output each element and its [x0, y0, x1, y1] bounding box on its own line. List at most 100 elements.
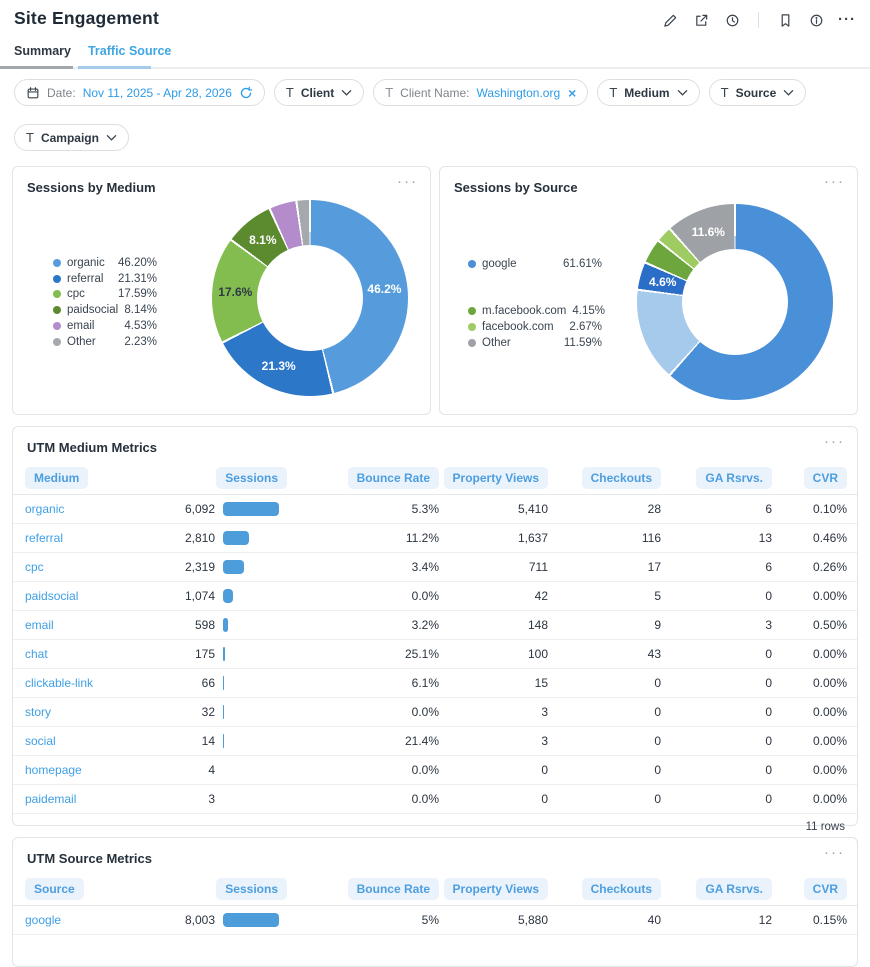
row-link-social[interactable]: social	[25, 734, 153, 748]
date-filter-chip[interactable]: Date: Nov 11, 2025 - Apr 28, 2026	[14, 79, 265, 106]
tab-summary[interactable]: Summary	[14, 44, 71, 67]
card-menu-icon[interactable]: ···	[824, 844, 845, 861]
property-views-value: 3	[541, 705, 548, 719]
bounce-rate-value: 21.4%	[404, 734, 439, 748]
column-header-ga-rsrvs[interactable]: GA Rsrvs.	[696, 467, 772, 489]
legend-item-Other[interactable]: Other 11.59%	[468, 335, 602, 351]
client-filter-chip[interactable]: T Client	[273, 79, 365, 106]
source-filter-chip[interactable]: T Source	[708, 79, 807, 106]
row-link-referral[interactable]: referral	[25, 531, 153, 545]
legend-item-facebook-com[interactable]: facebook.com 2.67%	[468, 319, 602, 335]
more-icon[interactable]: ···	[838, 11, 856, 29]
checkouts-value: 9	[654, 618, 661, 632]
row-link-clickable-link[interactable]: clickable-link	[25, 676, 153, 690]
row-link-homepage[interactable]: homepage	[25, 763, 153, 777]
column-header-ga-rsrvs[interactable]: GA Rsrvs.	[696, 878, 772, 900]
column-header-sessions[interactable]: Sessions	[216, 467, 287, 489]
table-title: UTM Source Metrics	[27, 851, 152, 866]
card-menu-icon[interactable]: ···	[824, 173, 845, 190]
property-views-value: 0	[541, 792, 548, 806]
bounce-rate-value: 3.4%	[411, 560, 439, 574]
card-menu-icon[interactable]: ···	[824, 433, 845, 450]
column-header-property-views[interactable]: Property Views	[443, 467, 548, 489]
edit-icon[interactable]	[661, 11, 679, 29]
legend-item-email[interactable]: email 4.53%	[53, 318, 157, 334]
cvr-value: 0.00%	[812, 676, 847, 690]
slice-label: 21.3%	[261, 359, 296, 374]
column-header-medium[interactable]: Medium	[25, 467, 89, 489]
utm-medium-metrics-card: UTM Medium Metrics ··· Medium Sessions B…	[12, 426, 858, 833]
column-header-cvr[interactable]: CVR	[803, 878, 847, 900]
legend-item-m-facebook-com[interactable]: m.facebook.com 4.15%	[468, 303, 605, 319]
row-link-paidemail[interactable]: paidemail	[25, 792, 153, 806]
sessions-value: 32	[201, 705, 215, 719]
legend-item-organic[interactable]: organic 46.20%	[53, 255, 157, 271]
column-header-source[interactable]: Source	[25, 878, 84, 900]
column-header-checkouts[interactable]: Checkouts	[581, 878, 661, 900]
donut-hole	[257, 245, 363, 351]
text-filter-icon: T	[285, 85, 294, 100]
export-icon[interactable]	[692, 11, 710, 29]
client-name-filter-chip[interactable]: T Client Name: Washington.org ×	[373, 79, 589, 106]
legend-dot	[468, 338, 476, 347]
row-link-paidsocial[interactable]: paidsocial	[25, 589, 153, 603]
tab-traffic-source[interactable]: Traffic Source	[88, 44, 171, 67]
ga-rsrvs-value: 0	[765, 676, 772, 690]
ga-rsrvs-value: 6	[765, 560, 772, 574]
medium-filter-label: Medium	[624, 85, 670, 100]
text-filter-icon: T	[609, 85, 618, 100]
legend-label: m.facebook.com	[482, 305, 567, 318]
legend-item-Other[interactable]: Other 2.23%	[53, 334, 157, 350]
cvr-value: 0.26%	[812, 560, 847, 574]
column-header-checkouts[interactable]: Checkouts	[581, 467, 661, 489]
bounce-rate-value: 3.2%	[411, 618, 439, 632]
medium-filter-chip[interactable]: T Medium	[597, 79, 700, 106]
legend-dot	[53, 290, 61, 299]
column-header-bounce-rate[interactable]: Bounce Rate	[347, 467, 439, 489]
bounce-rate-value: 25.1%	[404, 647, 439, 661]
cvr-value: 0.10%	[812, 502, 847, 516]
property-views-value: 148	[527, 618, 548, 632]
legend-value: 17.59%	[117, 288, 157, 301]
row-link-google[interactable]: google	[25, 913, 153, 927]
date-filter-value: Nov 11, 2025 - Apr 28, 2026	[82, 85, 232, 100]
legend-item-cpc[interactable]: cpc 17.59%	[53, 287, 157, 303]
row-link-cpc[interactable]: cpc	[25, 560, 153, 574]
client-name-filter-value: Washington.org	[476, 85, 561, 100]
column-header-property-views[interactable]: Property Views	[443, 878, 548, 900]
campaign-filter-label: Campaign	[40, 130, 99, 145]
cvr-value: 0.46%	[812, 531, 847, 545]
checkouts-value: 0	[654, 763, 661, 777]
property-views-value: 15	[534, 676, 548, 690]
refresh-icon[interactable]	[239, 86, 253, 100]
bookmark-icon[interactable]	[776, 11, 794, 29]
utm-source-metrics-card: UTM Source Metrics ··· Source Sessions B…	[12, 837, 858, 967]
column-header-cvr[interactable]: CVR	[803, 467, 847, 489]
chevron-down-icon	[106, 134, 117, 142]
history-icon[interactable]	[723, 11, 741, 29]
campaign-filter-chip[interactable]: T Campaign	[14, 124, 129, 151]
row-link-chat[interactable]: chat	[25, 647, 153, 661]
cvr-value: 0.00%	[812, 763, 847, 777]
legend-item-referral[interactable]: referral 21.31%	[53, 271, 157, 287]
bounce-rate-value: 0.0%	[411, 705, 439, 719]
property-views-value: 100	[527, 647, 548, 661]
legend-value: 8.14%	[124, 304, 157, 317]
donut-chart-source[interactable]: 4.6% 11.6%	[637, 204, 833, 400]
row-link-email[interactable]: email	[25, 618, 153, 632]
ga-rsrvs-value: 6	[765, 502, 772, 516]
donut-chart-medium[interactable]: 46.2% 21.3% 17.6% 8.1%	[212, 200, 408, 396]
info-icon[interactable]	[807, 11, 825, 29]
card-menu-icon[interactable]: ···	[397, 173, 418, 190]
close-icon[interactable]: ×	[568, 85, 576, 101]
column-header-bounce-rate[interactable]: Bounce Rate	[347, 878, 439, 900]
column-header-sessions[interactable]: Sessions	[216, 878, 287, 900]
table-row: story 32 0.0% 3 0 0 0.00%	[13, 698, 857, 727]
legend-item-google[interactable]: google 61.61%	[468, 256, 602, 272]
row-link-story[interactable]: story	[25, 705, 153, 719]
legend-value: 2.67%	[569, 321, 602, 334]
legend-item-paidsocial[interactable]: paidsocial 8.14%	[53, 302, 157, 318]
sessions-value: 175	[194, 647, 215, 661]
row-link-organic[interactable]: organic	[25, 502, 153, 516]
sessions-value: 2,810	[184, 531, 215, 545]
